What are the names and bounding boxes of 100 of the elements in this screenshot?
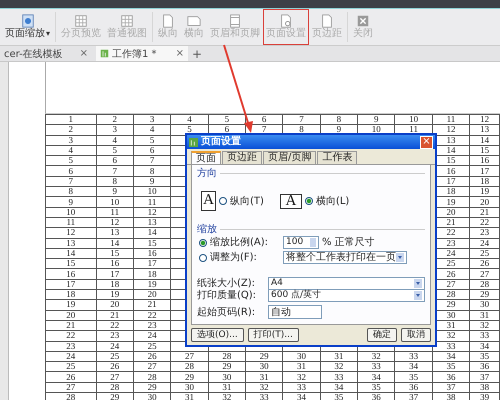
table-cell: 29 — [260, 352, 269, 361]
table-cell: 15 — [110, 249, 120, 258]
dialog-tab[interactable]: 页边距 — [222, 151, 262, 164]
table-cell: 24 — [66, 352, 76, 361]
table-cell: 24 — [110, 342, 120, 350]
table-cell: 11 — [148, 198, 156, 206]
group-heading: 缩放 — [197, 224, 217, 234]
table-cell: 36 — [480, 362, 490, 371]
table-cell: 5 — [187, 126, 192, 134]
dropdown[interactable]: 将整个工作表打印在一页 — [283, 251, 407, 264]
table-cell: 8 — [68, 188, 74, 196]
radio-button[interactable] — [219, 197, 227, 205]
table-cell: 9 — [374, 116, 378, 124]
table-cell: 2 — [68, 126, 74, 134]
table-cell: 7 — [68, 177, 74, 186]
table-cell: 3 — [68, 136, 74, 144]
table-cell: 23 — [110, 332, 120, 340]
table-cell: 2 — [112, 116, 117, 124]
dialog-tab[interactable]: 页面 — [191, 151, 221, 164]
table-cell: 10 — [409, 116, 418, 124]
table-cell: 32 — [222, 394, 232, 400]
unit-label: % 正常尺寸 — [322, 237, 375, 248]
table-cell: 33 — [260, 394, 269, 400]
table-cell: 19 — [480, 188, 490, 196]
table-cell: 36 — [446, 372, 456, 382]
radio-button[interactable] — [199, 238, 207, 246]
table-cell: 27 — [148, 362, 157, 371]
table-cell: 16 — [148, 249, 157, 258]
dropdown[interactable]: 600 点/英寸 — [268, 288, 425, 302]
table-cell: 35 — [334, 394, 344, 400]
table-cell: 10 — [110, 198, 120, 206]
table-cell: 9 — [336, 126, 342, 134]
table-cell: 20 — [446, 208, 456, 216]
table-cell: 9 — [68, 198, 74, 206]
table-cell: 21 — [110, 311, 120, 320]
table-cell: 11 — [446, 116, 456, 124]
table-cell: 25 — [66, 362, 76, 371]
table-cell: 27 — [480, 270, 490, 278]
dialog-button[interactable]: 打印(T)... — [248, 328, 299, 342]
table-cell: 23 — [446, 239, 456, 248]
document-tab[interactable]: 工作簿1 * × — [96, 46, 188, 61]
table-cell: 18 — [148, 270, 157, 278]
dialog-button[interactable]: 取消 — [401, 328, 431, 342]
radio-button[interactable] — [199, 254, 207, 262]
caret-icon[interactable] — [414, 278, 422, 288]
table-cell: 24 — [148, 332, 157, 340]
toolbar-button[interactable]: 页面缩放▾ — [2, 9, 54, 45]
input-field[interactable]: 自动 — [268, 305, 322, 319]
table-cell: 8 — [112, 177, 117, 186]
table-cell: 30 — [222, 372, 232, 382]
spreadsheet-icon — [189, 138, 198, 146]
dialog-button[interactable]: 确定 — [367, 328, 397, 342]
close-icon[interactable]: × — [80, 48, 88, 59]
table-cell: 3 — [112, 126, 117, 134]
table-cell: 11 — [110, 208, 120, 216]
table-cell: 33 — [372, 362, 381, 371]
table-cell: 8 — [336, 116, 342, 124]
table-cell: 38 — [480, 383, 490, 392]
table-cell: 30 — [446, 311, 456, 320]
table-cell: 32 — [334, 362, 344, 371]
table-cell: 13 — [148, 218, 157, 227]
table-cell: 29 — [148, 383, 157, 392]
page-icon — [161, 14, 176, 28]
close-button[interactable]: × — [420, 136, 433, 148]
table-cell: 12 — [66, 228, 76, 238]
number-field[interactable]: 100 — [283, 236, 319, 249]
table-cell: 33 — [480, 332, 490, 340]
dialog-button[interactable]: 选项(O)... — [191, 328, 244, 342]
table-cell: 21 — [446, 218, 456, 227]
table-cell: 34 — [446, 352, 456, 361]
table-cell: 30 — [297, 352, 306, 361]
table-cell: 31 — [446, 321, 456, 330]
table-cell: 22 — [480, 218, 490, 227]
table-cell: 36 — [372, 394, 381, 400]
table-cell: 36 — [409, 383, 418, 392]
table-cell: 28 — [148, 372, 157, 382]
table-cell: 29 — [184, 372, 194, 382]
dialog-tab[interactable]: 工作表 — [317, 151, 358, 164]
table-cell: 21 — [480, 208, 490, 216]
table-cell: 31 — [222, 383, 232, 392]
dialog-tab[interactable]: 页眉/页脚 — [263, 151, 316, 164]
table-cell: 31 — [184, 394, 194, 400]
table-cell: 19 — [110, 290, 120, 299]
dropdown[interactable]: A4 — [268, 276, 425, 290]
close-icon[interactable]: × — [176, 48, 184, 59]
table-cell: 5 — [224, 116, 230, 124]
radio-button[interactable] — [304, 197, 313, 205]
table-cell: 24 — [480, 239, 490, 248]
caret-icon[interactable] — [396, 253, 404, 262]
table-cell: 25 — [148, 342, 157, 350]
table-cell: 14 — [110, 239, 120, 248]
table-cell: 7 — [112, 167, 117, 176]
table-cell: 27 — [66, 383, 76, 392]
table-cell: 26 — [480, 260, 490, 268]
caret-icon[interactable] — [414, 290, 422, 300]
table-cell: 35 — [372, 383, 381, 392]
table-cell: 33 — [409, 352, 418, 361]
table-cell: 34 — [480, 342, 490, 350]
table-cell: 23 — [66, 342, 76, 350]
new-tab-button[interactable]: + — [192, 46, 202, 60]
